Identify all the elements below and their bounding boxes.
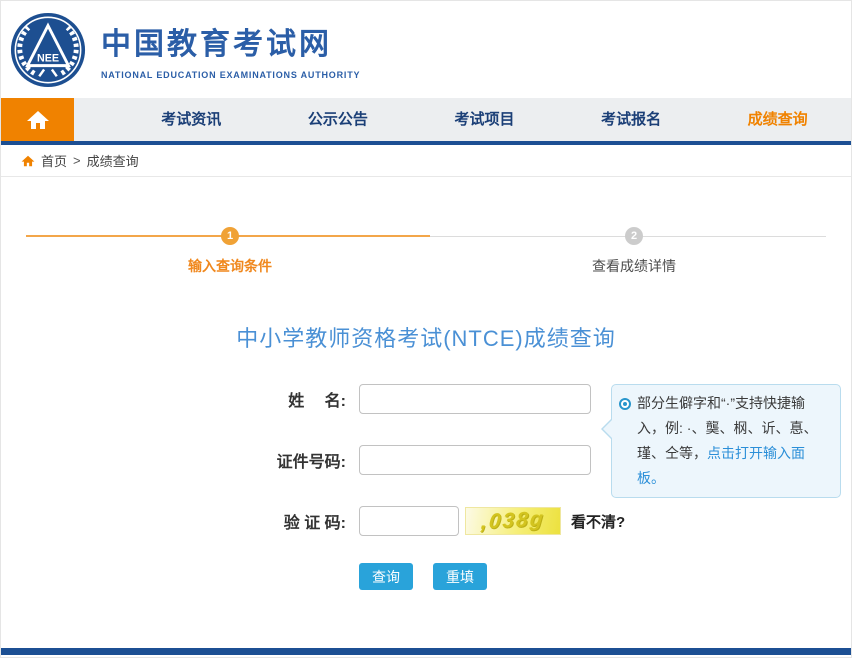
breadcrumb-separator: > [73,153,81,168]
breadcrumb-current: 成绩查询 [87,151,139,170]
neea-logo-icon: NEE [9,11,87,89]
nav-item-announcements[interactable]: 公示公告 [265,98,412,141]
main-nav: 考试资讯 公示公告 考试项目 考试报名 成绩查询 [1,98,851,145]
tooltip-text: 部分生僻字和“·”支持快捷输入，例: ·、龑、㭎、䜣、惪、瑾、仝等，点击打开输入… [637,391,831,491]
breadcrumb-home-link[interactable]: 首页 [21,151,67,170]
progress-steps: 1 2 输入查询条件 查看成绩详情 [26,225,826,281]
footer-bar [1,648,851,655]
nav-item-exam-projects[interactable]: 考试项目 [411,98,558,141]
radio-selected-icon [619,398,631,410]
nav-home-button[interactable] [1,98,74,141]
id-number-input[interactable] [359,445,591,475]
score-query-page: NEE 中国教育考试网 NATIONAL EDUCATION EXAMINATI… [0,0,852,658]
home-icon [26,108,50,132]
name-label: 姓 名: [259,387,346,411]
captcha-input[interactable] [359,506,459,536]
captcha-refresh-link[interactable]: 看不清? [571,511,625,532]
breadcrumb: 首页 > 成绩查询 [1,145,851,177]
site-subtitle: NATIONAL EDUCATION EXAMINATIONS AUTHORIT… [101,70,360,80]
breadcrumb-home-label: 首页 [41,151,67,170]
captcha-row: 验 证 码: ,038g 看不清? [259,506,851,536]
step-1-dot: 1 [221,227,239,245]
name-input[interactable] [359,384,591,414]
home-icon [21,154,35,168]
step-2-dot: 2 [625,227,643,245]
captcha-text: ,038g [480,507,546,534]
brand-block: 中国教育考试网 NATIONAL EDUCATION EXAMINATIONS … [101,19,360,80]
site-header: NEE 中国教育考试网 NATIONAL EDUCATION EXAMINATI… [1,1,851,98]
captcha-label: 验 证 码: [259,509,346,533]
rare-character-tooltip: 部分生僻字和“·”支持快捷输入，例: ·、龑、㭎、䜣、惪、瑾、仝等，点击打开输入… [611,384,841,498]
form-buttons: 查询 重填 [359,563,851,590]
nav-item-exam-news[interactable]: 考试资讯 [118,98,265,141]
step-2-label: 查看成绩详情 [592,256,676,276]
id-number-label: 证件号码: [259,448,346,472]
captcha-image[interactable]: ,038g [465,507,561,535]
query-button[interactable]: 查询 [359,563,413,590]
nav-item-registration[interactable]: 考试报名 [558,98,705,141]
svg-text:NEE: NEE [37,52,59,64]
step-1-label: 输入查询条件 [188,256,272,276]
site-title: 中国教育考试网 [101,19,360,63]
nav-item-score-query[interactable]: 成绩查询 [704,98,851,141]
query-form: 姓 名: 证件号码: 验 证 码: ,038g 看不清? 查询 重填 部分生僻字… [1,384,851,624]
nav-spacer [74,98,118,141]
page-title: 中小学教师资格考试(NTCE)成绩查询 [1,321,851,353]
reset-button[interactable]: 重填 [433,563,487,590]
